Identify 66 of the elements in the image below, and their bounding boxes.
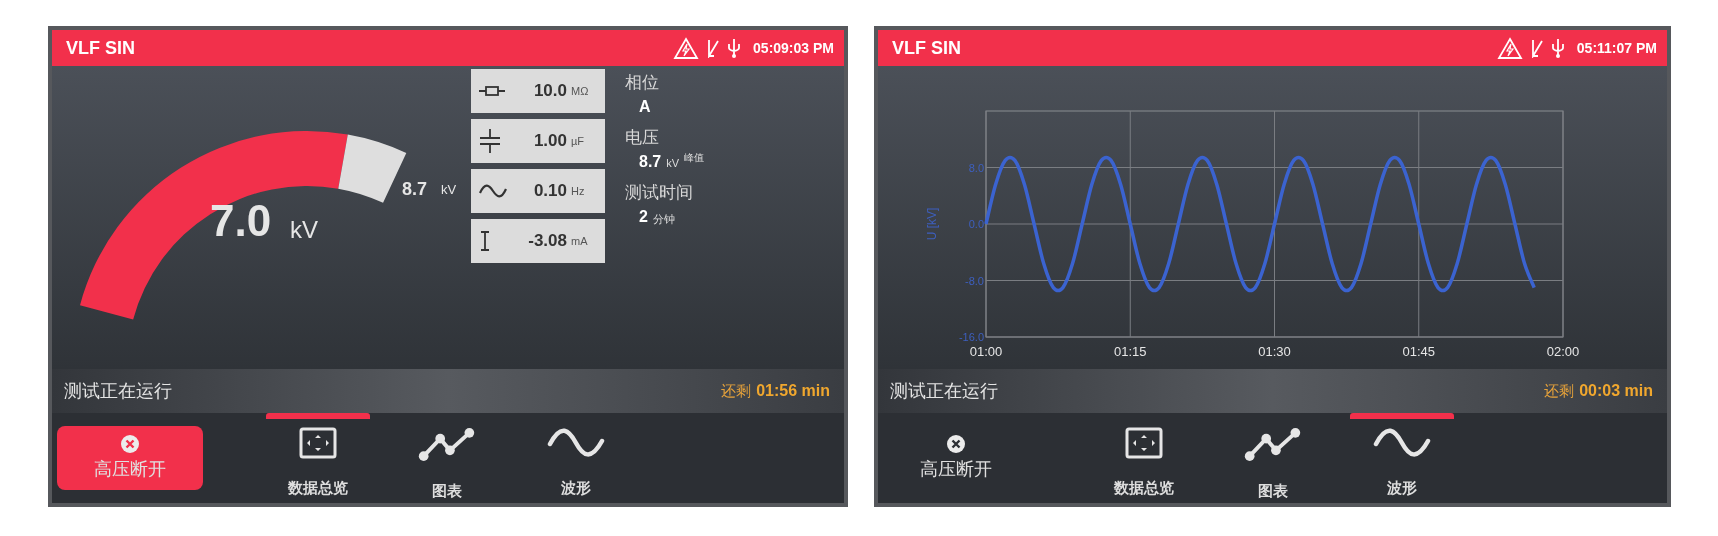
clock: 05:09:03 PM xyxy=(753,40,834,56)
remaining-time: 00:03 min xyxy=(1579,382,1653,400)
line-chart-icon xyxy=(418,427,476,462)
line-chart-icon xyxy=(1244,427,1302,462)
nav-tab[interactable]: 图表 xyxy=(1221,413,1325,501)
limit-value: 8.7 xyxy=(402,179,428,200)
remaining-label: 还剩 xyxy=(721,381,752,401)
close-icon xyxy=(947,435,965,453)
x-tick-label: 01:15 xyxy=(1114,344,1147,359)
info-label: 电压 xyxy=(625,127,660,149)
status-text: 测试正在运行 xyxy=(890,380,999,403)
sine-wave-icon xyxy=(479,184,507,198)
info-value: A xyxy=(639,98,651,116)
limit-unit: kV xyxy=(441,182,457,197)
y-tick-label: 8.0 xyxy=(968,161,984,174)
remaining-label: 还剩 xyxy=(1544,381,1575,401)
usb-icon xyxy=(1550,38,1565,58)
clock: 05:11:07 PM xyxy=(1576,40,1657,56)
info-label: 相位 xyxy=(625,72,660,94)
current-icon xyxy=(479,231,491,251)
frame-icon xyxy=(299,427,337,459)
reading-unit: MΩ xyxy=(571,85,590,97)
screen-title: VLF SIN xyxy=(66,37,136,59)
info-note: 峰值 xyxy=(684,151,705,165)
voltage-unit: kV xyxy=(290,216,318,244)
reading-value: 1.00 xyxy=(533,131,567,151)
x-tick-label: 01:00 xyxy=(969,344,1003,359)
sine-wave-icon xyxy=(1373,427,1431,459)
usb-icon xyxy=(727,38,742,58)
x-tick-label: 02:00 xyxy=(1546,344,1580,359)
info-unit: 分钟 xyxy=(652,212,675,227)
close-icon xyxy=(121,435,139,453)
nav-tab[interactable]: 波形 xyxy=(524,413,628,501)
probe-icon xyxy=(707,38,720,58)
frame-icon xyxy=(1125,427,1163,459)
nav-tab[interactable]: 数据总览 xyxy=(266,413,370,501)
resistor-icon xyxy=(479,85,505,97)
reading-value: 0.10 xyxy=(533,181,567,201)
info-unit: kV xyxy=(666,157,680,169)
screen-title: VLF SIN xyxy=(892,37,962,59)
info-label: 测试时间 xyxy=(625,182,694,204)
remaining-time: 01:56 min xyxy=(756,382,830,400)
x-tick-label: 01:30 xyxy=(1258,344,1291,359)
x-tick-label: 01:45 xyxy=(1402,344,1435,359)
info-value: 8.7 xyxy=(639,153,662,171)
reading-unit: Hz xyxy=(571,185,586,197)
sine-wave-icon xyxy=(547,427,605,459)
nav-tab[interactable]: 波形 xyxy=(1350,413,1454,501)
y-tick-label: -8.0 xyxy=(965,274,984,287)
probe-icon xyxy=(1530,38,1543,58)
reading-unit: mA xyxy=(571,235,589,247)
nav-tab[interactable]: 数据总览 xyxy=(1092,413,1196,501)
info-value: 2 xyxy=(639,208,648,226)
nav-tab[interactable]: 图表 xyxy=(395,413,499,501)
voltage-value: 7.0 xyxy=(210,196,272,246)
high-voltage-warning-icon xyxy=(1496,36,1523,60)
high-voltage-warning-icon xyxy=(673,36,700,60)
reading-value: 10.0 xyxy=(533,81,567,101)
capacitor-icon xyxy=(479,129,501,153)
y-tick-label: 0.0 xyxy=(968,218,984,230)
reading-value: -3.08 xyxy=(528,231,567,251)
y-tick-label: -16.0 xyxy=(958,331,984,343)
hv-off-button[interactable]: 高压断开 xyxy=(883,426,1029,490)
reading-unit: µF xyxy=(571,135,586,147)
status-text: 测试正在运行 xyxy=(64,380,173,403)
y-axis-label: U [kV] xyxy=(925,207,939,241)
